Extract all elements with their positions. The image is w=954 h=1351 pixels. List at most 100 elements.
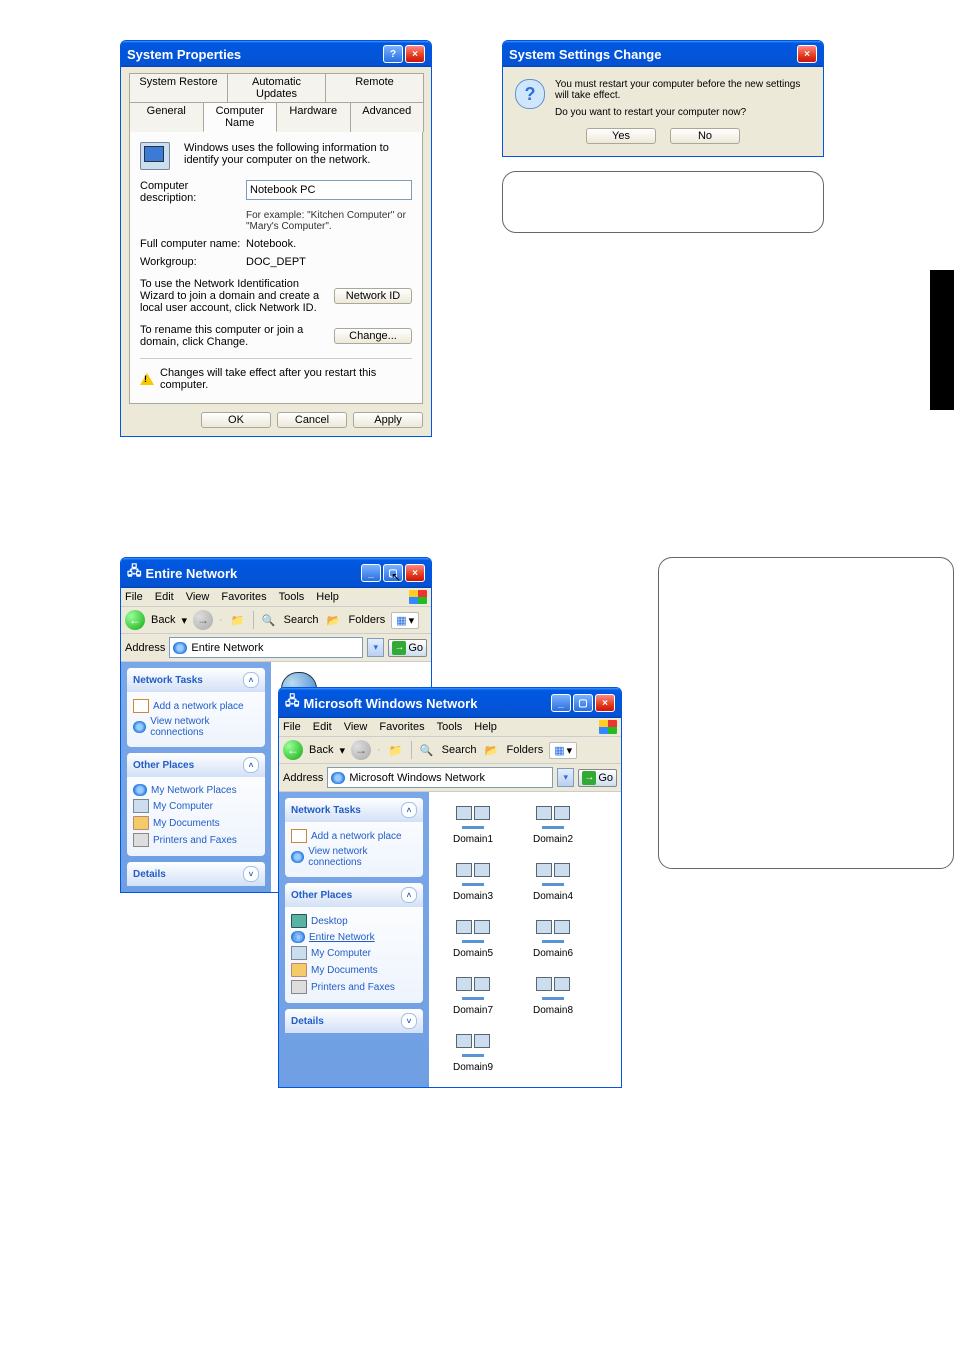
close-button[interactable]: × [405,45,425,63]
up-button[interactable]: 📁 [387,741,405,759]
apply-button[interactable]: Apply [353,412,423,428]
domain-item[interactable]: Domain1 [447,806,499,845]
view-connections[interactable]: View network connections [291,846,417,868]
cancel-button[interactable]: Cancel [277,412,347,428]
menu-view[interactable]: View [344,721,368,733]
back-button[interactable]: ← [125,610,145,630]
domain-item[interactable]: Domain5 [447,920,499,959]
menu-file[interactable]: File [125,591,143,603]
network-tasks-header[interactable]: Network Tasks [291,805,361,816]
address-field[interactable]: Microsoft Windows Network [327,767,553,788]
domain-item[interactable]: Domain8 [527,977,579,1016]
folders-label[interactable]: Folders [507,744,544,756]
details-header[interactable]: Details [291,1016,324,1027]
restart-dialog: System Settings Change × ? You must rest… [502,40,824,157]
menu-tools[interactable]: Tools [437,721,463,733]
domain-label: Domain7 [447,1005,499,1016]
my-documents[interactable]: My Documents [291,963,417,977]
back-button[interactable]: ← [283,740,303,760]
tab-advanced[interactable]: Advanced [350,102,425,132]
menu-favorites[interactable]: Favorites [379,721,424,733]
network-id-button[interactable]: Network ID [334,288,412,304]
domain-item[interactable]: Domain6 [527,920,579,959]
menu-help[interactable]: Help [316,591,339,603]
domain-item[interactable]: Domain9 [447,1034,499,1073]
system-properties-dialog: System Properties ? × System Restore Aut… [120,40,432,437]
back-dropdown[interactable]: ▾ [181,614,187,627]
entire-network-link[interactable]: Entire Network☜ [291,931,417,943]
ok-button[interactable]: OK [201,412,271,428]
search-icon[interactable]: 🔍 [260,611,278,629]
collapse-icon[interactable]: ˄ [243,672,259,688]
yes-button[interactable]: Yes [586,128,656,144]
address-field[interactable]: Entire Network [169,637,363,658]
menu-file[interactable]: File [283,721,301,733]
description-input[interactable] [246,180,412,200]
menu-edit[interactable]: Edit [155,591,174,603]
collapse-icon[interactable]: ˄ [401,887,417,903]
network-tasks-header[interactable]: Network Tasks [133,675,203,686]
tab-system-restore[interactable]: System Restore [129,73,228,102]
desktop-link[interactable]: Desktop [291,914,417,928]
my-computer[interactable]: My Computer [133,799,259,813]
expand-icon[interactable]: ˅ [401,1013,417,1029]
printers-faxes[interactable]: Printers and Faxes [291,980,417,994]
view-connections[interactable]: View network connections [133,716,259,738]
menu-edit[interactable]: Edit [313,721,332,733]
domain-item[interactable]: Domain7 [447,977,499,1016]
change-button[interactable]: Change... [334,328,412,344]
views-button[interactable]: ▦▾ [391,612,419,629]
domain-item[interactable]: Domain3 [447,863,499,902]
back-label[interactable]: Back [309,744,333,756]
tab-computer-name[interactable]: Computer Name [203,102,278,132]
no-button[interactable]: No [670,128,740,144]
menu-view[interactable]: View [186,591,210,603]
domain-item[interactable]: Domain2 [527,806,579,845]
views-button[interactable]: ▦▾ [549,742,577,759]
close-button[interactable]: × [405,564,425,582]
address-dropdown[interactable]: ▾ [367,638,384,657]
printers-faxes[interactable]: Printers and Faxes [133,833,259,847]
go-button[interactable]: →Go [578,769,617,787]
help-button[interactable]: ? [383,45,403,63]
menu-help[interactable]: Help [474,721,497,733]
search-label[interactable]: Search [284,614,319,626]
forward-button[interactable]: → [193,610,213,630]
back-dropdown[interactable]: ▾ [339,744,345,757]
tab-remote[interactable]: Remote [325,73,424,102]
tab-automatic-updates[interactable]: Automatic Updates [227,73,326,102]
back-label[interactable]: Back [151,614,175,626]
minimize-button[interactable]: _ [551,694,571,712]
other-places-header[interactable]: Other Places [133,760,194,771]
other-places-header[interactable]: Other Places [291,890,352,901]
menu-favorites[interactable]: Favorites [221,591,266,603]
forward-button[interactable]: → [351,740,371,760]
msgbox-close[interactable]: × [797,45,817,63]
menu-tools[interactable]: Tools [279,591,305,603]
add-network-place[interactable]: Add a network place [291,829,417,843]
folders-icon[interactable]: 📂 [483,741,501,759]
folders-icon[interactable]: 📂 [325,611,343,629]
address-dropdown[interactable]: ▾ [557,768,574,787]
workgroup-value: DOC_DEPT [246,256,306,268]
details-header[interactable]: Details [133,869,166,880]
folders-label[interactable]: Folders [349,614,386,626]
minimize-button[interactable]: _ [361,564,381,582]
my-documents[interactable]: My Documents [133,816,259,830]
domain-item[interactable]: Domain4 [527,863,579,902]
go-button[interactable]: →Go [388,639,427,657]
search-label[interactable]: Search [442,744,477,756]
up-button[interactable]: 📁 [229,611,247,629]
tab-general[interactable]: General [129,102,204,132]
collapse-icon[interactable]: ˄ [243,757,259,773]
domain-icon [456,1034,490,1060]
search-icon[interactable]: 🔍 [418,741,436,759]
my-computer[interactable]: My Computer [291,946,417,960]
maximize-button[interactable]: ▢ [573,694,593,712]
expand-icon[interactable]: ˅ [243,866,259,882]
my-network-places[interactable]: My Network Places [133,784,259,796]
close-button[interactable]: × [595,694,615,712]
add-network-place[interactable]: Add a network place [133,699,259,713]
collapse-icon[interactable]: ˄ [401,802,417,818]
tab-hardware[interactable]: Hardware [276,102,351,132]
